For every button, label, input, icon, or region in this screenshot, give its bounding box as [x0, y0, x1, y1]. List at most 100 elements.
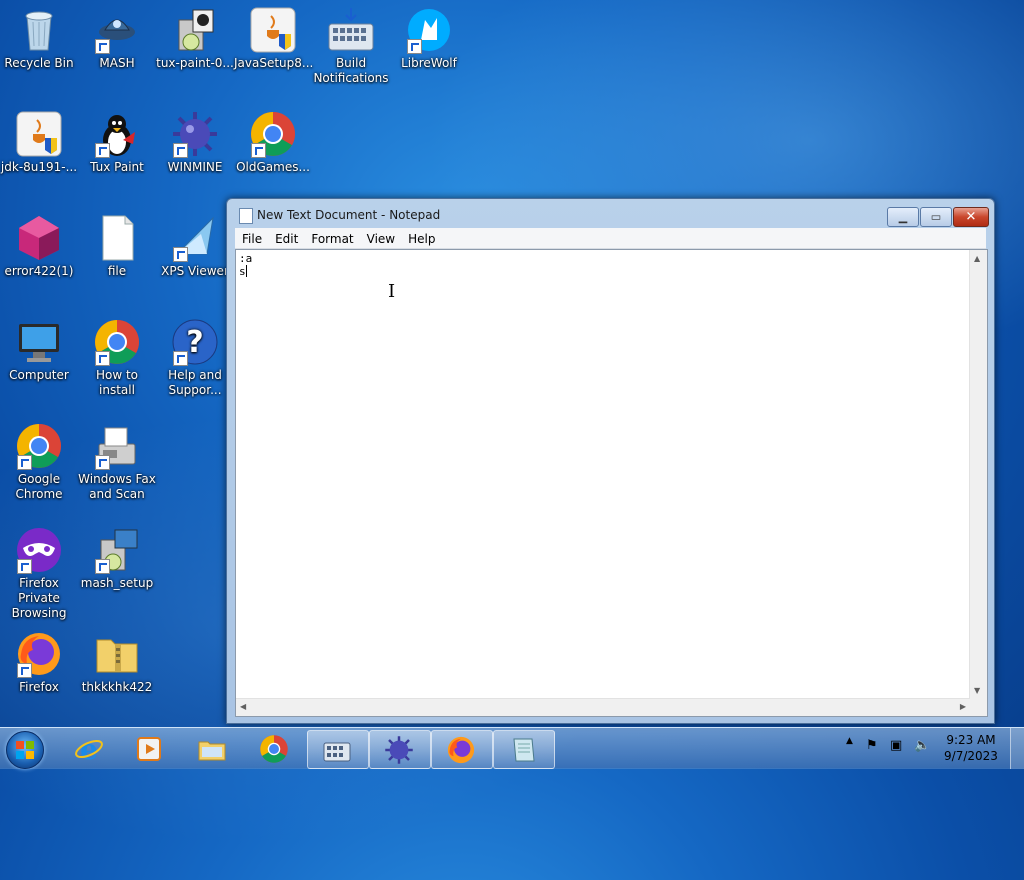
- folder-icon: [198, 741, 226, 761]
- title-bar[interactable]: New Text Document - Notepad ▁ ▭ ✕: [227, 199, 994, 229]
- taskbar: e ▲ ⚑ ▣ 🔈 9:23 AM 9/7/2023: [0, 727, 1024, 769]
- desktop-icon-windows-fax-and-scan[interactable]: Windows Fax and Scan: [78, 416, 156, 502]
- desktop-icon-label: tux-paint-0...: [156, 56, 234, 70]
- maximize-button[interactable]: ▭: [920, 207, 952, 227]
- desktop-icon-firefox-private-browsing[interactable]: Firefox Private Browsing: [0, 520, 78, 621]
- desktop-icon-label: Build Notifications: [313, 56, 389, 85]
- shortcut-arrow-icon: [251, 143, 266, 158]
- volume-muted-icon[interactable]: 🔈: [914, 738, 930, 753]
- shortcut-arrow-icon: [95, 143, 110, 158]
- desktop-icon-label: Tux Paint: [90, 160, 144, 174]
- shortcut-arrow-icon: [173, 351, 188, 366]
- system-clock[interactable]: 9:23 AM 9/7/2023: [940, 732, 1002, 764]
- shortcut-arrow-icon: [173, 143, 188, 158]
- desktop-icon-label: thkkkhk422: [81, 680, 153, 694]
- shortcut-arrow-icon: [95, 559, 110, 574]
- shortcut-arrow-icon: [95, 455, 110, 470]
- desktop-icon-label: JavaSetup8...: [234, 56, 314, 70]
- taskbar-internet-explorer[interactable]: e: [60, 730, 120, 767]
- desktop-icon-computer[interactable]: Computer: [0, 312, 78, 383]
- vertical-scrollbar[interactable]: ▲ ▼: [969, 250, 987, 699]
- installer-icon: [178, 9, 214, 51]
- menu-file[interactable]: File: [235, 229, 268, 247]
- window-title: New Text Document - Notepad: [257, 208, 441, 222]
- close-icon: ✕: [965, 209, 977, 225]
- menu-help[interactable]: Help: [401, 229, 441, 247]
- scroll-right-arrow-icon[interactable]: ▶: [960, 702, 966, 711]
- network-icon[interactable]: ▣: [890, 738, 902, 753]
- desktop-icon-firefox[interactable]: Firefox: [0, 624, 78, 695]
- desktop-icon-label: WINMINE: [167, 160, 223, 174]
- desktop-icon-xps-viewer[interactable]: XPS Viewer: [156, 208, 234, 279]
- notepad-icon: [513, 738, 535, 762]
- start-button[interactable]: [6, 731, 44, 769]
- taskbar-chrome[interactable]: [245, 730, 305, 767]
- desktop-icon-tux-paint[interactable]: Tux Paint: [78, 104, 156, 175]
- taskbar-build-notifications[interactable]: [307, 730, 369, 769]
- show-desktop-button[interactable]: [1010, 728, 1024, 769]
- menu-view[interactable]: View: [360, 229, 401, 247]
- clock-time: 9:23 AM: [946, 733, 996, 747]
- desktop-icon-recycle-bin[interactable]: Recycle Bin: [0, 0, 78, 71]
- show-hidden-icons-icon[interactable]: ▲: [846, 736, 853, 746]
- shortcut-arrow-icon: [17, 559, 32, 574]
- minimize-button[interactable]: ▁: [887, 207, 919, 227]
- desktop-icon-jdk[interactable]: jdk-8u191-...: [0, 104, 78, 175]
- desktop-icon-build-notifications[interactable]: Build Notifications: [312, 0, 390, 86]
- desktop-icon-label: Computer: [9, 368, 69, 382]
- desktop-icon-librewolf[interactable]: LibreWolf: [390, 0, 468, 71]
- desktop-icon-error422[interactable]: error422(1): [0, 208, 78, 279]
- ibeam-cursor-icon: I: [388, 281, 396, 302]
- taskbar-notepad[interactable]: [493, 730, 555, 769]
- computer-icon: [19, 324, 59, 362]
- chrome-icon: [260, 735, 288, 763]
- menu-bar: File Edit Format View Help: [235, 228, 986, 249]
- taskbar-firefox[interactable]: [431, 730, 493, 769]
- desktop-icon-label: MASH: [99, 56, 135, 70]
- desktop-icon-help-and-support[interactable]: ? Help and Suppor...: [156, 312, 234, 398]
- text-line-1: :a: [239, 252, 253, 265]
- shortcut-arrow-icon: [17, 455, 32, 470]
- shortcut-arrow-icon: [95, 39, 110, 54]
- taskbar-file-explorer[interactable]: [183, 730, 243, 767]
- document-text[interactable]: :a s: [239, 252, 252, 278]
- notepad-window[interactable]: New Text Document - Notepad ▁ ▭ ✕ File Ed…: [226, 198, 995, 724]
- horizontal-scrollbar[interactable]: ◀ ▶: [236, 698, 970, 716]
- scroll-down-arrow-icon[interactable]: ▼: [974, 686, 980, 695]
- desktop-icon-tux-paint-setup[interactable]: tux-paint-0...: [156, 0, 234, 71]
- scroll-up-arrow-icon[interactable]: ▲: [974, 254, 980, 263]
- desktop-icon-mash[interactable]: MASH: [78, 0, 156, 71]
- desktop-icon-label: How to install: [95, 368, 139, 397]
- shortcut-arrow-icon: [173, 247, 188, 262]
- desktop-icon-thkkkhk422[interactable]: thkkkhk422: [78, 624, 156, 695]
- desktop-icon-google-chrome[interactable]: Google Chrome: [0, 416, 78, 502]
- desktop-icon-file[interactable]: file: [78, 208, 156, 279]
- shortcut-arrow-icon: [407, 39, 422, 54]
- desktop-icon-javasetup[interactable]: JavaSetup8...: [234, 0, 314, 71]
- java-icon: [16, 111, 62, 157]
- desktop-icon-label: Firefox: [19, 680, 59, 694]
- menu-format[interactable]: Format: [304, 229, 359, 247]
- menu-edit[interactable]: Edit: [268, 229, 304, 247]
- desktop-icon-label: Google Chrome: [15, 472, 63, 501]
- java-icon: [250, 7, 296, 53]
- desktop-icon-mash-setup[interactable]: mash_setup: [78, 520, 156, 591]
- desktop-icon-oldgames[interactable]: OldGames...: [234, 104, 312, 175]
- desktop-icon-winmine[interactable]: WINMINE: [156, 104, 234, 175]
- taskbar-winmine[interactable]: [369, 730, 431, 769]
- minimize-icon: ▁: [898, 210, 908, 224]
- text-editor-area[interactable]: :a s ▲ ▼ ◀ ▶: [235, 249, 988, 717]
- shortcut-arrow-icon: [17, 663, 32, 678]
- action-center-flag-icon[interactable]: ⚑: [866, 738, 878, 753]
- blank-file-icon: [102, 215, 134, 261]
- desktop-icon-how-to-install[interactable]: How to install: [78, 312, 156, 398]
- keyboard-icon: [323, 742, 351, 762]
- scroll-left-arrow-icon[interactable]: ◀: [240, 702, 246, 711]
- recycle-bin-icon: [25, 11, 53, 51]
- taskbar-media-player[interactable]: [120, 730, 180, 767]
- close-button[interactable]: ✕: [953, 207, 989, 227]
- desktop-icon-label: Recycle Bin: [4, 56, 74, 70]
- zip-folder-icon: [96, 639, 138, 673]
- svg-text:e: e: [80, 734, 98, 764]
- scrollbar-corner: [970, 699, 987, 716]
